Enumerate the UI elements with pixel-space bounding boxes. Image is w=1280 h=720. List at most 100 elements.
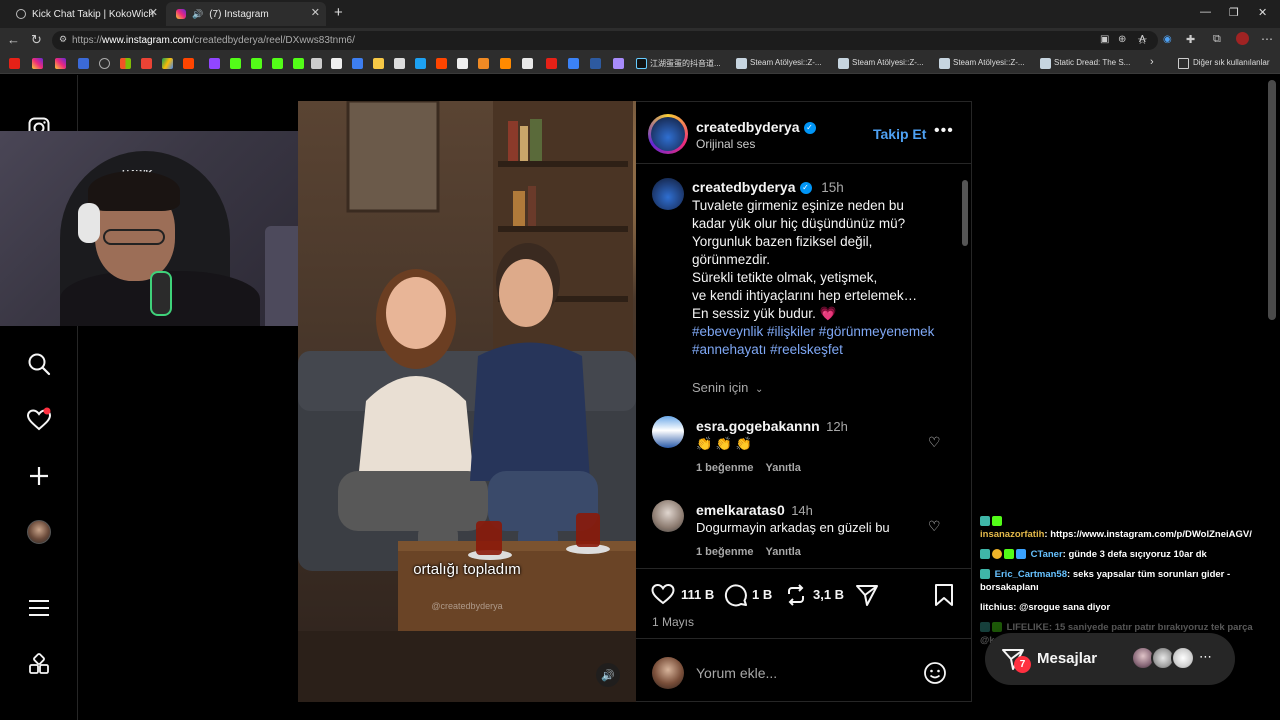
likes-count[interactable]: 111 B — [681, 587, 714, 602]
share-send-icon[interactable] — [855, 583, 879, 613]
bookmark-label[interactable]: Steam Atölyesi::Z-... — [852, 58, 924, 67]
other-bookmarks[interactable]: Diğer sık kullanılanlar — [1193, 58, 1269, 67]
zoom-icon[interactable]: ⊕ — [1118, 34, 1126, 45]
author-username[interactable]: createdbyderya — [696, 119, 800, 135]
comments-count[interactable]: 1 B — [752, 587, 772, 602]
steam-bookmark-icon[interactable] — [939, 58, 950, 69]
reply-button[interactable]: Yanıtla — [765, 462, 800, 474]
steam-bookmark-icon[interactable] — [736, 58, 747, 69]
split-screen-icon[interactable]: ⧉ — [1213, 33, 1221, 46]
gmail-bookmark-icon[interactable] — [141, 58, 152, 69]
repost-icon[interactable] — [784, 583, 808, 613]
youtube-bookmark-icon[interactable] — [9, 58, 20, 69]
steam-bookmark-icon[interactable] — [838, 58, 849, 69]
like-heart-icon[interactable] — [651, 583, 675, 611]
extensions-puzzle-icon[interactable]: ✚ — [1186, 33, 1195, 46]
bookmark-icon[interactable] — [373, 58, 384, 69]
caption-username[interactable]: createdbyderya — [692, 179, 796, 195]
kick-bookmark-icon[interactable] — [272, 58, 283, 69]
comments-scrollbar[interactable] — [962, 172, 968, 572]
add-comment-input[interactable]: Yorum ekle... — [696, 665, 777, 681]
bookmark-icon[interactable] — [500, 58, 511, 69]
x-bookmark-icon[interactable] — [331, 58, 342, 69]
audio-label[interactable]: Orijinal ses — [696, 137, 755, 151]
chevron-right-icon[interactable]: › — [1150, 56, 1154, 68]
close-tab-icon[interactable]: ✕ — [149, 6, 158, 19]
tab-instagram[interactable]: 🔊 (7) Instagram ✕ — [166, 2, 326, 26]
site-info-icon[interactable]: ⚙ — [59, 34, 67, 45]
like-comment-heart-icon[interactable]: ♡ — [928, 518, 941, 535]
emoji-icon[interactable] — [923, 661, 947, 690]
douyin-bookmark-icon[interactable] — [636, 58, 647, 69]
author-avatar[interactable] — [652, 178, 684, 210]
reposts-count[interactable]: 3,1 B — [813, 587, 844, 602]
commenter-avatar[interactable] — [652, 416, 684, 448]
save-bookmark-icon[interactable] — [933, 583, 955, 613]
reddit-bookmark-icon[interactable] — [436, 58, 447, 69]
instagram-bookmark-icon[interactable] — [32, 58, 43, 69]
reel-video[interactable]: ortalığı topladım @createdbyderya 🔊 — [298, 101, 636, 702]
create-plus-icon[interactable] — [26, 463, 52, 489]
bookmark-icon[interactable] — [352, 58, 363, 69]
twitch-bookmark-icon[interactable] — [209, 58, 220, 69]
url-input[interactable]: https://www.instagram.com/createdbyderya… — [52, 31, 1158, 50]
close-window-icon[interactable]: ✕ — [1258, 6, 1267, 19]
bookmark-icon[interactable] — [478, 58, 489, 69]
commenter-avatar[interactable] — [652, 500, 684, 532]
kick-bookmark-icon[interactable] — [230, 58, 241, 69]
search-icon[interactable] — [26, 351, 52, 377]
instagram-bookmark-icon[interactable] — [55, 58, 66, 69]
globe-bookmark-icon[interactable] — [99, 58, 110, 69]
menu-dots-icon[interactable]: ⋯ — [1261, 32, 1273, 46]
bookmark-icon[interactable] — [78, 58, 89, 69]
like-comment-heart-icon[interactable]: ♡ — [928, 434, 941, 451]
more-menu-icon[interactable] — [26, 595, 52, 621]
page-scrollbar[interactable] — [1268, 80, 1276, 320]
hashtags[interactable]: #ebeveynlik #ilişkiler #görünmeyenemek — [692, 323, 952, 341]
tab-kick-chat[interactable]: Kick Chat Takip | KokoWich ✕ — [6, 2, 164, 26]
reload-icon[interactable]: ↻ — [31, 32, 42, 48]
profile-avatar[interactable] — [26, 519, 52, 545]
comment-likes[interactable]: 1 beğenme — [696, 546, 753, 558]
speaker-icon[interactable]: 🔊 — [596, 663, 620, 687]
commenter-username[interactable]: esra.gogebakannn — [696, 418, 820, 434]
app-icon[interactable]: ▣ — [1100, 34, 1109, 45]
notifications-heart-icon[interactable] — [26, 407, 52, 433]
bookmark-icon[interactable] — [394, 58, 405, 69]
favorite-star-icon[interactable]: ☆ — [1137, 33, 1148, 47]
minimize-icon[interactable]: — — [1200, 6, 1211, 18]
new-tab-icon[interactable]: + — [334, 4, 343, 21]
extension-icon[interactable]: ◉ — [1163, 34, 1172, 45]
drive-bookmark-icon[interactable] — [162, 58, 173, 69]
kick-bookmark-icon[interactable] — [251, 58, 262, 69]
comment-likes[interactable]: 1 beğenme — [696, 462, 753, 474]
bookmark-icon[interactable] — [183, 58, 194, 69]
messages-button[interactable]: 7 Mesajlar ⋯ — [985, 633, 1235, 685]
bookmark-label[interactable]: Steam Atölyesi::Z-... — [750, 58, 822, 67]
follow-button[interactable]: Takip Et — [873, 126, 926, 142]
bookmark-label[interactable]: Steam Atölyesi::Z-... — [953, 58, 1025, 67]
also-from-meta-icon[interactable] — [26, 651, 52, 677]
bookmark-icon[interactable] — [415, 58, 426, 69]
bookmark-icon[interactable] — [613, 58, 624, 69]
bookmark-icon[interactable] — [522, 58, 533, 69]
reply-button[interactable]: Yanıtla — [765, 546, 800, 558]
bookmark-icon[interactable] — [457, 58, 468, 69]
hashtags[interactable]: #annehayatı #reelskeşfet — [692, 341, 952, 359]
steam-bookmark-icon[interactable] — [1040, 58, 1051, 69]
more-options-icon[interactable]: ••• — [934, 122, 954, 140]
back-icon[interactable]: ← — [7, 32, 20, 47]
bookmark-icon[interactable] — [568, 58, 579, 69]
bookmark-label[interactable]: Static Dread: The S... — [1054, 58, 1130, 67]
close-tab-icon[interactable]: ✕ — [311, 6, 320, 19]
speaker-icon[interactable]: 🔊 — [192, 9, 203, 20]
bookmark-icon[interactable] — [546, 58, 557, 69]
author-avatar[interactable] — [651, 117, 685, 151]
scrollbar-thumb[interactable] — [962, 180, 968, 246]
bookmark-icon[interactable] — [590, 58, 601, 69]
for-you-dropdown[interactable]: Senin için ⌄ — [692, 380, 763, 395]
bookmark-label[interactable]: 江湖蛋蛋的抖音道... — [650, 58, 721, 69]
commenter-username[interactable]: emelkaratas0 — [696, 502, 785, 518]
maximize-icon[interactable]: ❐ — [1229, 6, 1239, 19]
profile-icon[interactable] — [1236, 32, 1249, 45]
